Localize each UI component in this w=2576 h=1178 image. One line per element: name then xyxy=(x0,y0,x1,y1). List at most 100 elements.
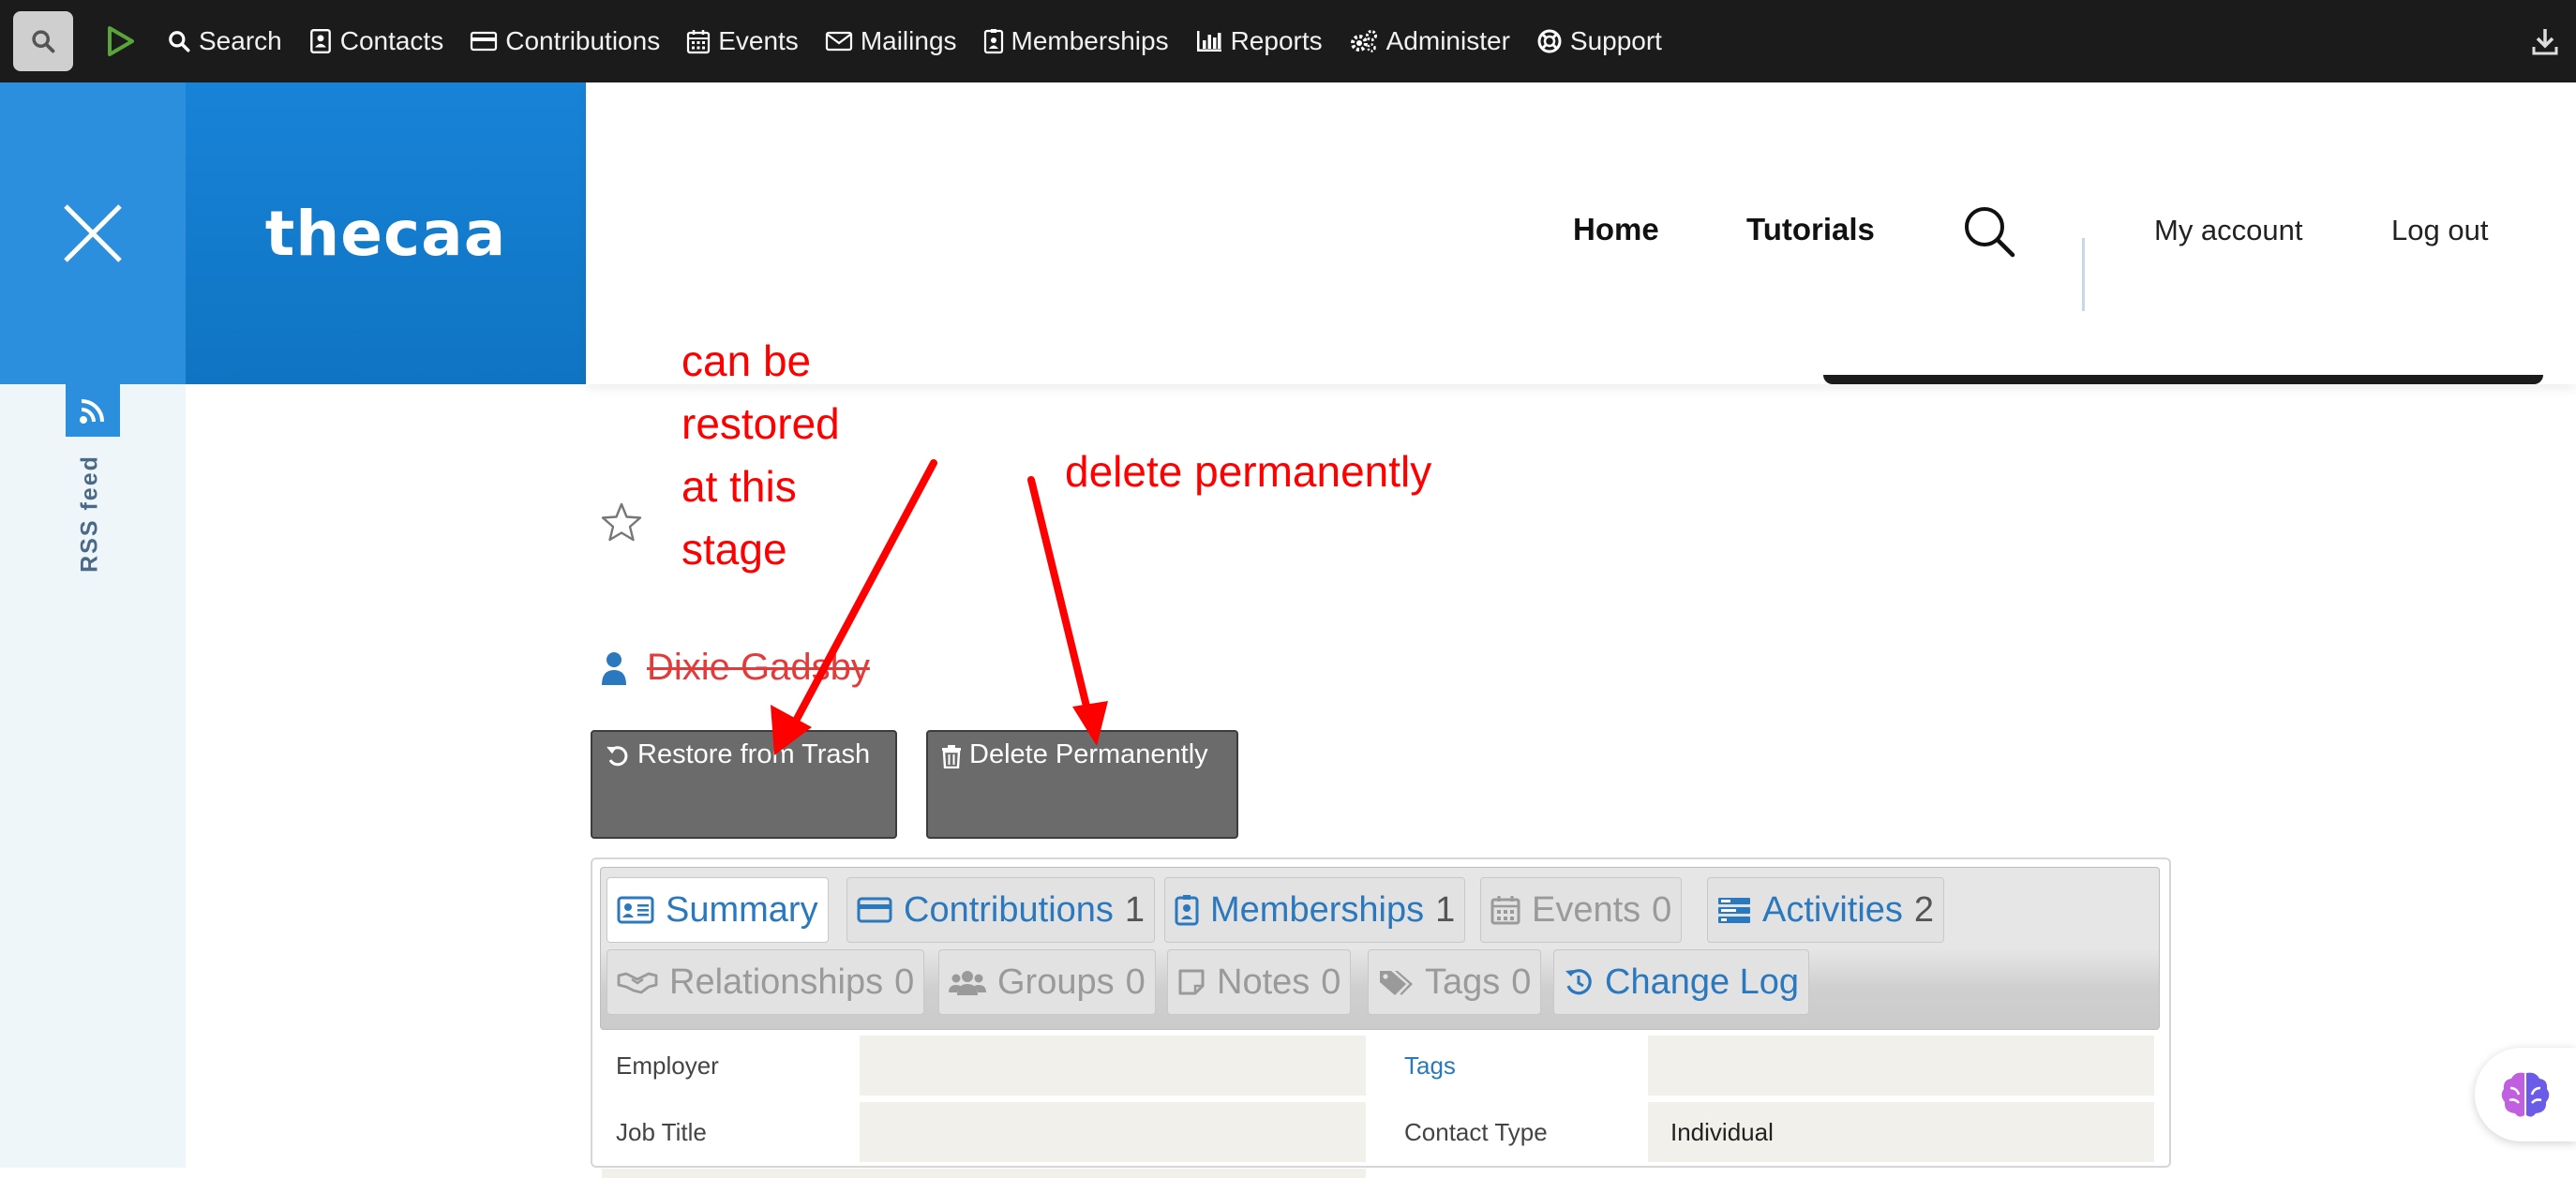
job-title-value[interactable] xyxy=(860,1102,1366,1162)
tab-relationships[interactable]: Relationships 0 xyxy=(607,949,925,1015)
tab-tags[interactable]: Tags 0 xyxy=(1368,949,1542,1015)
annotation-line: stage xyxy=(681,525,787,574)
tab-memberships-count: 1 xyxy=(1435,889,1456,930)
menu-support-label: Support xyxy=(1569,26,1662,55)
tab-events-count: 0 xyxy=(1652,889,1672,930)
delete-permanently-label: Delete Permanently xyxy=(969,739,1208,769)
close-icon xyxy=(64,204,122,262)
tab-contributions[interactable]: Contributions 1 xyxy=(846,877,1156,943)
quicksearch-button[interactable] xyxy=(13,11,73,71)
calendar-icon xyxy=(1490,896,1520,925)
id-badge-icon xyxy=(1175,895,1199,926)
menu-support[interactable]: Support xyxy=(1523,0,1675,82)
history-icon xyxy=(1565,969,1592,995)
site-navigation: Home Tutorials My account Log out xyxy=(586,82,2576,384)
id-badge-icon xyxy=(983,29,1003,54)
nav-my-account[interactable]: My account xyxy=(2154,214,2303,247)
civicrm-logo[interactable] xyxy=(105,24,137,58)
tab-events-label: Events xyxy=(1532,889,1641,930)
gears-icon xyxy=(1350,30,1377,52)
tab-summary[interactable]: Summary xyxy=(607,877,829,943)
tab-memberships-label: Memberships xyxy=(1210,889,1425,930)
employer-label: Employer xyxy=(616,1051,719,1080)
menu-memberships[interactable]: Memberships xyxy=(970,0,1182,82)
tags-label[interactable]: Tags xyxy=(1404,1051,1456,1081)
star-icon xyxy=(601,502,642,542)
next-row-edge xyxy=(602,1169,1366,1178)
menu-reports-label: Reports xyxy=(1230,26,1323,55)
menu-toggle-download[interactable] xyxy=(2531,26,2559,61)
menu-mailings[interactable]: Mailings xyxy=(812,0,970,82)
tab-tags-count: 0 xyxy=(1511,962,1532,1002)
menu-search[interactable]: Search xyxy=(154,0,295,82)
contact-title: Dixie Gadsby xyxy=(600,647,870,689)
site-brand[interactable]: thecaa xyxy=(186,82,586,384)
tab-change-log[interactable]: Change Log xyxy=(1553,949,1810,1015)
menu-search-label: Search xyxy=(199,26,282,55)
annotation-delete-note: delete permanently xyxy=(1065,447,1432,496)
nav-log-out[interactable]: Log out xyxy=(2391,214,2488,247)
site-brand-name: thecaa xyxy=(264,197,507,270)
contact-type-label: Contact Type xyxy=(1404,1118,1548,1146)
menu-close-button[interactable] xyxy=(0,82,186,384)
rss-feed-label[interactable]: RSS feed xyxy=(77,455,104,573)
tasks-icon xyxy=(1718,898,1750,923)
handshake-icon xyxy=(617,972,658,994)
tab-bar: Summary Contributions 1 Memberships 1 Ev… xyxy=(600,867,2160,1030)
tags-icon xyxy=(1380,971,1413,995)
calendar-icon xyxy=(687,30,711,54)
favorite-star-button[interactable] xyxy=(600,500,643,548)
menu-contributions-label: Contributions xyxy=(505,26,661,55)
menu-contacts[interactable]: Contacts xyxy=(295,0,457,82)
nav-tutorials[interactable]: Tutorials xyxy=(1746,212,1875,247)
tab-contributions-count: 1 xyxy=(1124,889,1146,930)
tab-tags-label: Tags xyxy=(1425,962,1501,1002)
undo-icon xyxy=(607,746,628,767)
annotation-line: can be xyxy=(681,336,812,385)
tab-events[interactable]: Events 0 xyxy=(1480,877,1683,943)
search-icon xyxy=(32,30,55,53)
menu-contributions[interactable]: Contributions xyxy=(457,0,673,82)
credit-card-icon xyxy=(857,897,892,923)
rss-button[interactable] xyxy=(66,384,120,437)
annotation-restore-note: can be restored at this stage xyxy=(681,330,840,581)
job-title-label: Job Title xyxy=(616,1118,707,1146)
tab-notes-label: Notes xyxy=(1217,962,1310,1002)
tab-memberships[interactable]: Memberships 1 xyxy=(1164,877,1466,943)
search-icon xyxy=(1965,207,2015,258)
contact-card-icon xyxy=(309,28,331,54)
bar-chart-icon xyxy=(1196,31,1221,52)
menu-administer[interactable]: Administer xyxy=(1336,0,1523,82)
civicrm-menu-bar: Search Contacts Contributions Events Mai… xyxy=(0,0,2576,82)
menu-contacts-label: Contacts xyxy=(339,26,444,55)
nav-divider xyxy=(2082,238,2085,311)
delete-permanently-button[interactable]: Delete Permanently xyxy=(926,730,1238,839)
download-icon xyxy=(2532,29,2558,55)
tab-change-log-label: Change Log xyxy=(1605,962,1800,1002)
menu-mailings-label: Mailings xyxy=(860,26,957,55)
menu-reports[interactable]: Reports xyxy=(1182,0,1336,82)
menu-events-label: Events xyxy=(718,26,799,55)
annotation-arrow-delete xyxy=(1027,476,1094,725)
employer-value[interactable] xyxy=(860,1036,1366,1096)
nav-home[interactable]: Home xyxy=(1573,212,1659,247)
site-search-button[interactable] xyxy=(1962,204,2016,263)
tags-value[interactable] xyxy=(1648,1036,2154,1096)
contact-type-value: Individual xyxy=(1670,1118,1774,1146)
tab-groups[interactable]: Groups 0 xyxy=(938,949,1156,1015)
contact-tabs-panel: Summary Contributions 1 Memberships 1 Ev… xyxy=(591,857,2171,1178)
tab-activities-label: Activities xyxy=(1762,889,1903,930)
menu-events[interactable]: Events xyxy=(673,0,812,82)
tab-notes[interactable]: Notes 0 xyxy=(1167,949,1352,1015)
tab-activities[interactable]: Activities 2 xyxy=(1707,877,1945,943)
menu-administer-label: Administer xyxy=(1385,26,1510,55)
assistant-button[interactable] xyxy=(2475,1048,2576,1141)
tab-groups-label: Groups xyxy=(997,962,1115,1002)
tab-groups-count: 0 xyxy=(1125,962,1146,1002)
tab-summary-label: Summary xyxy=(666,889,818,930)
life-ring-icon xyxy=(1537,29,1562,53)
restore-from-trash-button[interactable]: Restore from Trash xyxy=(591,730,897,839)
sticky-note-icon xyxy=(1178,969,1205,995)
menu-memberships-label: Memberships xyxy=(1011,26,1169,55)
person-icon xyxy=(602,651,626,685)
